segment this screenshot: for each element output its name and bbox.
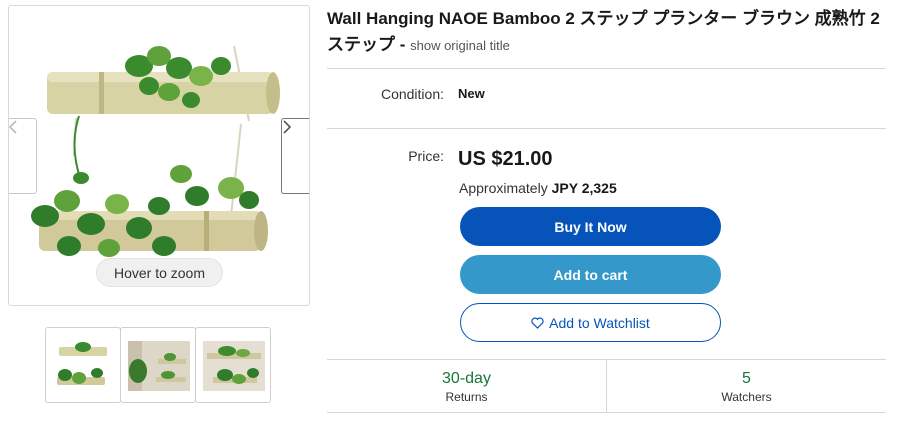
approximate-value: JPY 2,325: [551, 180, 617, 196]
condition-value: New: [458, 86, 485, 101]
returns-value: 30-day: [442, 370, 491, 387]
heart-icon: [531, 317, 544, 329]
hover-to-zoom-hint: Hover to zoom: [96, 258, 223, 287]
show-original-title-link[interactable]: show original title: [410, 38, 510, 53]
divider: [327, 128, 886, 129]
thumbnail-image: [57, 342, 107, 385]
add-to-watchlist-button[interactable]: Add to Watchlist: [460, 303, 721, 342]
previous-image-button[interactable]: [9, 118, 37, 194]
divider: [327, 412, 886, 413]
price-label: Price:: [408, 148, 444, 164]
watchers-label: Watchers: [721, 390, 772, 404]
watchers-value: 5: [742, 370, 751, 387]
add-to-cart-button[interactable]: Add to cart: [460, 255, 721, 294]
next-image-button[interactable]: [281, 118, 309, 194]
returns-label: Returns: [445, 390, 488, 404]
condition-label: Condition:: [380, 86, 444, 102]
thumbnail-2[interactable]: [120, 327, 196, 403]
item-title: Wall Hanging NAOE Bamboo 2 ステップ プランター ブラ…: [327, 6, 887, 59]
price-value: US $21.00: [458, 148, 553, 170]
add-to-watchlist-label: Add to Watchlist: [549, 314, 650, 331]
returns-stat: 30-day Returns: [327, 369, 606, 406]
buy-it-now-button[interactable]: Buy It Now: [460, 207, 721, 246]
divider: [327, 68, 886, 69]
thumbnail-3[interactable]: [195, 327, 271, 403]
main-product-image[interactable]: Hover to zoom: [8, 5, 310, 306]
thumbnail-1[interactable]: [45, 327, 121, 403]
approximate-price: Approximately JPY 2,325: [459, 180, 617, 196]
approximate-prefix: Approximately: [459, 180, 552, 196]
watchers-stat: 5 Watchers: [607, 369, 886, 406]
thumbnail-image: [203, 341, 265, 391]
thumbnail-image: [128, 341, 190, 391]
